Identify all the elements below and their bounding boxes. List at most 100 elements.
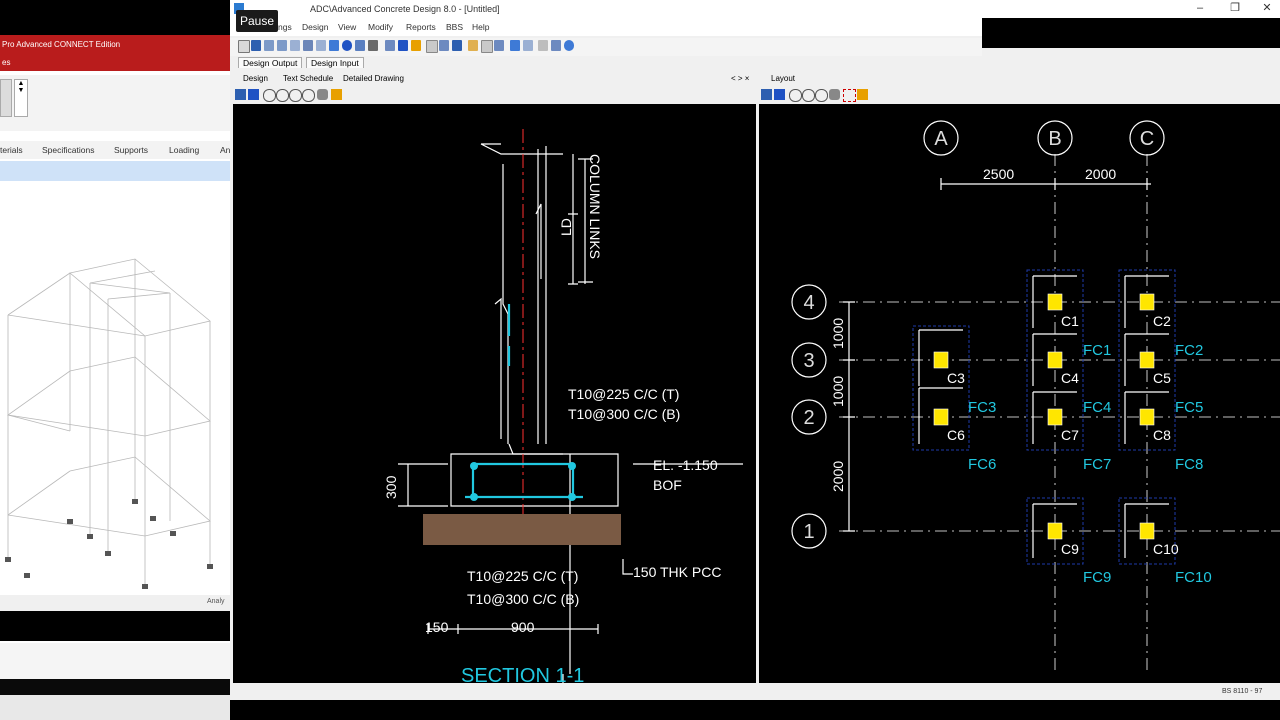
footing-label-fc3: FC3	[968, 399, 996, 416]
layout-zoom-out-icon[interactable]	[815, 89, 828, 102]
section-title: SECTION 1-1	[461, 665, 584, 683]
footing-icon[interactable]	[342, 40, 352, 51]
play-icon[interactable]	[385, 40, 395, 51]
staad-tab-specifications[interactable]: Specifications	[42, 145, 94, 155]
footing-label-fc7: FC7	[1083, 456, 1111, 473]
column-icon[interactable]	[303, 40, 313, 51]
search-icon[interactable]	[564, 40, 574, 51]
close-button[interactable]: ✕	[1252, 0, 1280, 16]
staad-menu[interactable]: es	[0, 55, 230, 71]
arrow-icon[interactable]	[452, 40, 462, 51]
restore-button[interactable]: ❐	[1220, 0, 1250, 16]
run-icon[interactable]	[398, 40, 408, 51]
wall-icon[interactable]	[355, 40, 365, 51]
copy-icon[interactable]	[468, 40, 478, 51]
staad-tab-loading[interactable]: Loading	[169, 145, 199, 155]
document-tabs: Design Output Design Input	[230, 56, 982, 70]
staad-statusbar: Analy	[0, 595, 230, 611]
staad-tabs: terials Specifications Supports Loading …	[0, 141, 230, 159]
menu-view[interactable]: View	[338, 22, 356, 32]
footing-label-fc8: FC8	[1175, 456, 1203, 473]
tab-layout[interactable]: Layout	[771, 74, 795, 83]
grid-icon[interactable]	[290, 40, 300, 51]
grid-label-3: 3	[803, 350, 814, 372]
filter-icon[interactable]	[538, 40, 548, 51]
footing-label-fc5: FC5	[1175, 399, 1203, 416]
save-icon[interactable]	[251, 40, 261, 51]
rebar-top-label-2: T10@300 C/C (B)	[568, 406, 680, 422]
layout-save-icon[interactable]	[761, 89, 772, 100]
tab-text-schedule[interactable]: Text Schedule	[283, 74, 333, 83]
acd-window: ADC\Advanced Concrete Design 8.0 - [Unti…	[230, 0, 1280, 700]
dim-1000-label-a: 1000	[830, 318, 846, 349]
menu-bbs[interactable]: BBS	[446, 22, 463, 32]
footing-label-fc10: FC10	[1175, 569, 1212, 586]
layout-drawing: A B C 4 3 2 1 2500 2000 1000 1000 2000 C…	[791, 120, 1280, 674]
report-icon[interactable]	[426, 40, 438, 53]
column-label-c2: C2	[1153, 313, 1171, 329]
tab-design-output[interactable]: Design Output	[238, 57, 303, 68]
tab-detailed-drawing[interactable]: Detailed Drawing	[343, 74, 404, 83]
save-drawing-icon[interactable]	[235, 89, 246, 100]
zoom-icon[interactable]	[263, 89, 276, 102]
column-label-c6: C6	[947, 427, 965, 443]
staad-spinner[interactable]	[0, 79, 12, 117]
layout-print-icon[interactable]	[857, 89, 868, 100]
menu-design[interactable]: Design	[302, 22, 328, 32]
chart-icon[interactable]	[439, 40, 449, 51]
staad-tab-supports[interactable]: Supports	[114, 145, 148, 155]
footing-label-fc1: FC1	[1083, 342, 1111, 359]
list-icon[interactable]	[277, 40, 287, 51]
pan-icon[interactable]	[317, 89, 328, 100]
slab-icon[interactable]	[329, 40, 339, 51]
dim-900-label: 900	[511, 619, 535, 635]
acd-menubar: ngs Design View Modify Reports BBS Help	[230, 18, 982, 36]
minimize-button[interactable]: –	[1185, 0, 1215, 16]
column-label-c10: C10	[1153, 541, 1179, 557]
menu-settings[interactable]: ngs	[278, 22, 292, 32]
grid-label-a: A	[934, 128, 948, 150]
zoom-window-icon[interactable]	[302, 89, 315, 102]
grid-label-4: 4	[803, 292, 814, 314]
section-drawing-pane[interactable]: COLUMN LINKS LD T10@225 C/C (T) T10@300 …	[233, 104, 756, 687]
zoom-out-icon[interactable]	[289, 89, 302, 102]
zoom-in-icon[interactable]	[276, 89, 289, 102]
staad-3d-view[interactable]	[0, 181, 230, 589]
layout-drawing-pane[interactable]: A B C 4 3 2 1 2500 2000 1000 1000 2000 C…	[759, 104, 1280, 683]
staad-view-header	[0, 161, 230, 181]
menu-reports[interactable]: Reports	[406, 22, 436, 32]
panel-nav-controls[interactable]: < > ×	[731, 74, 749, 83]
staad-status-text: Analy	[207, 598, 225, 605]
bof-label: BOF	[653, 477, 682, 493]
staad-tab-materials[interactable]: terials	[0, 145, 23, 155]
menu-help[interactable]: Help	[472, 22, 489, 32]
layout-dxf-icon[interactable]	[774, 89, 785, 100]
properties-icon[interactable]	[523, 40, 533, 51]
tab-design-input[interactable]: Design Input	[306, 57, 364, 68]
paste-icon[interactable]	[481, 40, 493, 53]
beam-icon[interactable]	[316, 40, 326, 51]
hash-icon[interactable]	[368, 40, 378, 51]
tools-icon[interactable]	[551, 40, 561, 51]
layout-zoom-icon[interactable]	[789, 89, 802, 102]
layout-zoom-in-icon[interactable]	[802, 89, 815, 102]
print-icon[interactable]	[331, 89, 342, 100]
dxf-icon[interactable]	[248, 89, 259, 100]
right-panel-tabbar: Layout	[759, 73, 1280, 85]
edit-icon[interactable]	[510, 40, 520, 51]
lock-icon[interactable]	[411, 40, 421, 51]
staad-scroll-arrows[interactable]: ▲ ▼	[14, 79, 28, 117]
staad-tab-analysis[interactable]: An	[220, 145, 230, 155]
pause-button[interactable]: Pause	[236, 10, 278, 32]
elevation-label: EL. -1.150	[653, 457, 718, 473]
acd-titlebar: ADC\Advanced Concrete Design 8.0 - [Unti…	[230, 0, 1280, 18]
left-panel-tabbar: Design Text Schedule Detailed Drawing < …	[233, 73, 756, 85]
table-icon[interactable]	[264, 40, 274, 51]
table2-icon[interactable]	[494, 40, 504, 51]
new-icon[interactable]	[238, 40, 250, 53]
layout-select-icon[interactable]	[843, 89, 856, 102]
menu-modify[interactable]: Modify	[368, 22, 393, 32]
column-label-c4: C4	[1061, 370, 1079, 386]
layout-pan-icon[interactable]	[829, 89, 840, 100]
tab-design[interactable]: Design	[243, 74, 268, 83]
